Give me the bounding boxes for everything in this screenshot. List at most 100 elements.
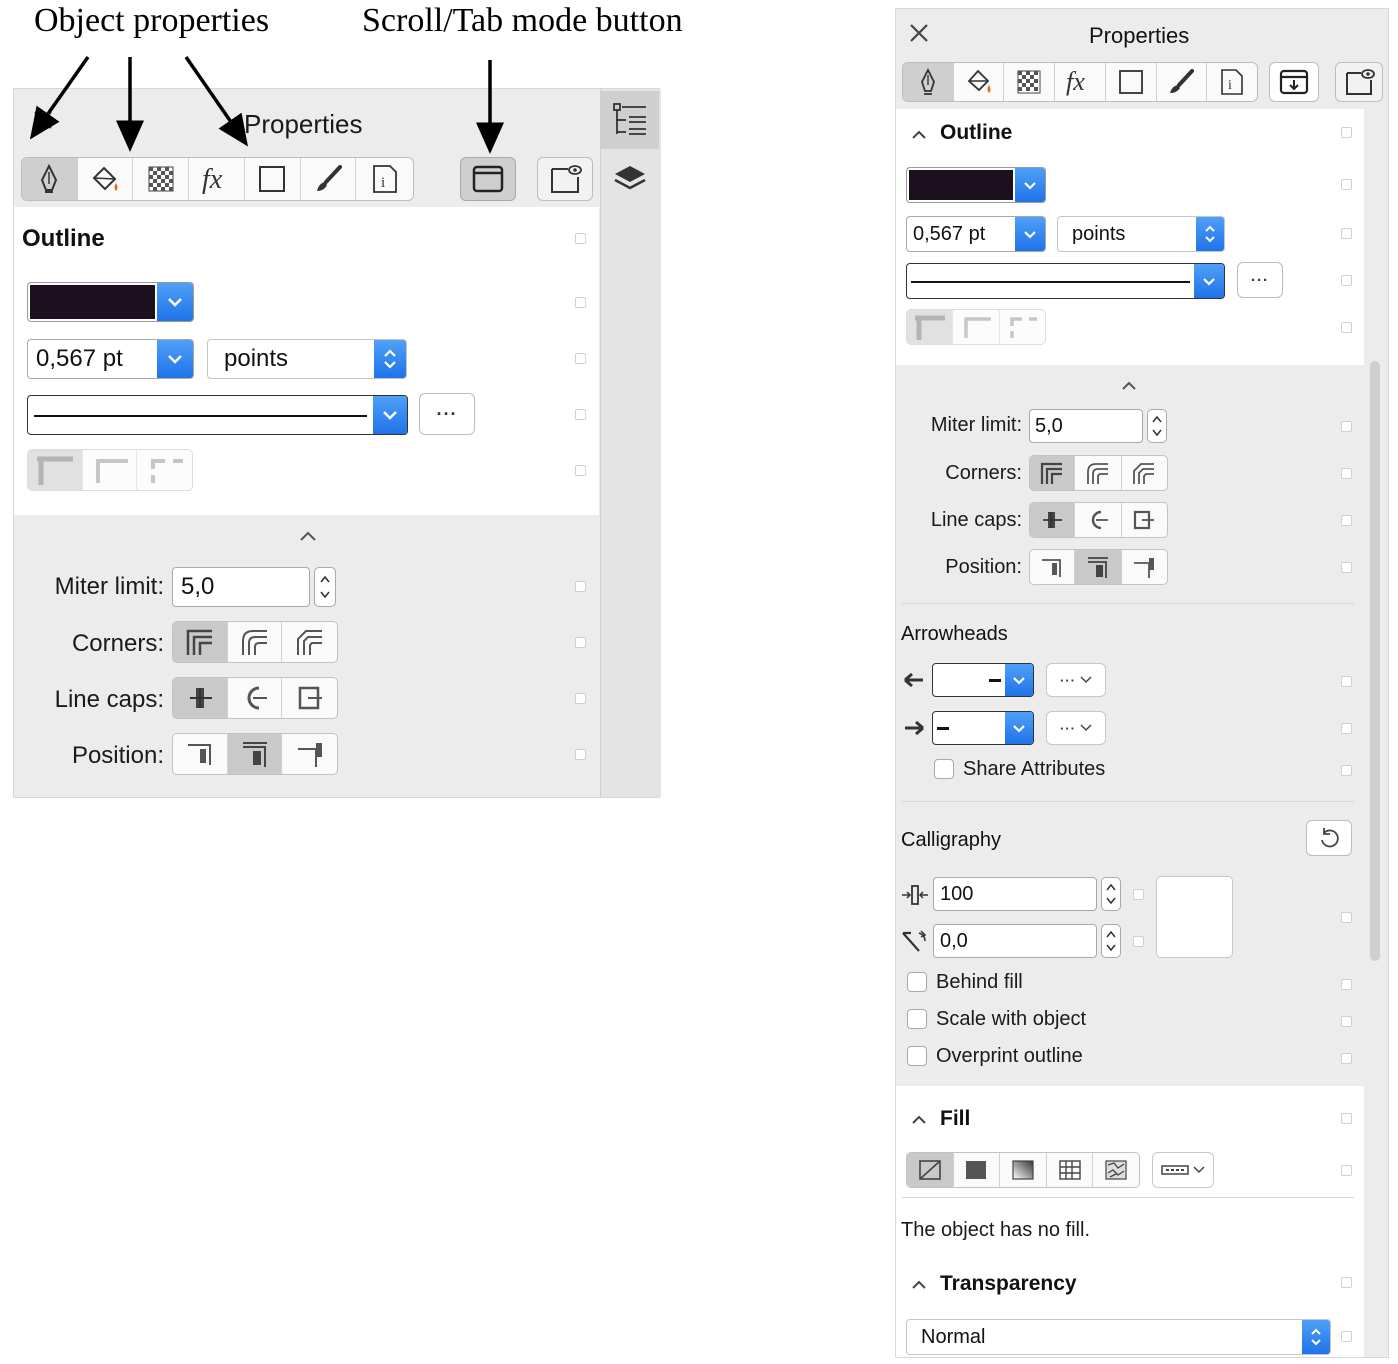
vertical-scrollbar[interactable] — [1370, 361, 1380, 961]
lock-icon[interactable] — [575, 409, 586, 420]
lock-icon[interactable] — [575, 297, 586, 308]
inside-position-icon[interactable] — [1122, 550, 1167, 584]
updown-chevron-icon[interactable] — [1302, 1320, 1330, 1354]
miter-corner-icon[interactable] — [173, 622, 228, 662]
lock-icon[interactable] — [575, 233, 586, 244]
updown-chevron-icon[interactable] — [1196, 217, 1224, 251]
angle-input[interactable]: 0,0 — [933, 924, 1097, 958]
lock-icon[interactable] — [575, 637, 586, 648]
lock-icon[interactable] — [1341, 1053, 1352, 1064]
outline-color-picker[interactable] — [906, 167, 1046, 203]
lock-icon[interactable] — [1341, 1277, 1352, 1288]
line-caps-selector[interactable] — [1029, 502, 1168, 538]
close-icon[interactable] — [909, 23, 929, 48]
fill-tab[interactable] — [954, 63, 1005, 101]
frame-tab[interactable] — [1106, 63, 1157, 101]
miter-limit-input[interactable]: 5,0 — [1029, 409, 1143, 443]
lock-icon[interactable] — [575, 693, 586, 704]
miter-limit-input[interactable]: 5,0 — [172, 567, 310, 607]
corner-join-selector[interactable] — [27, 449, 193, 491]
lock-icon[interactable] — [1133, 936, 1144, 947]
stretch-input[interactable]: 100 — [933, 877, 1097, 911]
lock-icon[interactable] — [1341, 1165, 1352, 1176]
lock-icon[interactable] — [1341, 676, 1352, 687]
start-arrowhead-picker[interactable] — [932, 663, 1034, 697]
round-corner-icon[interactable] — [228, 622, 283, 662]
chevron-up-icon[interactable] — [1121, 377, 1137, 395]
units-select[interactable]: points — [207, 339, 407, 379]
line-style-picker[interactable] — [906, 263, 1225, 299]
preview-pin-button[interactable] — [1335, 62, 1383, 102]
lock-icon[interactable] — [1341, 515, 1352, 526]
outline-width-field[interactable]: 0,567 pt — [27, 339, 194, 379]
chevron-down-icon[interactable] — [1015, 168, 1045, 202]
corners-selector[interactable] — [1029, 455, 1168, 491]
round-join-icon[interactable] — [953, 310, 1000, 344]
chevron-down-icon[interactable] — [1005, 712, 1033, 744]
round-cap-icon[interactable] — [228, 678, 283, 718]
round-cap-icon[interactable] — [1075, 503, 1122, 537]
end-arrowhead-picker[interactable] — [932, 711, 1034, 745]
lock-icon[interactable] — [1341, 468, 1352, 479]
outline-position-selector[interactable] — [172, 733, 338, 775]
lock-icon[interactable] — [1341, 228, 1352, 239]
chevron-down-icon[interactable] — [1015, 217, 1045, 251]
chevron-down-icon[interactable] — [1005, 664, 1033, 696]
fill-type-selector[interactable] — [906, 1152, 1140, 1188]
lock-icon[interactable] — [575, 465, 586, 476]
lock-icon[interactable] — [575, 353, 586, 364]
scroll-tab-mode-button[interactable] — [1269, 62, 1319, 102]
corner-join-selector[interactable] — [906, 309, 1046, 345]
chevron-down-icon[interactable] — [373, 396, 407, 434]
end-arrow-options-button[interactable]: ··· — [1046, 711, 1106, 745]
updown-chevron-icon[interactable] — [374, 340, 406, 378]
miter-limit-stepper[interactable] — [314, 567, 336, 607]
scale-with-object-checkbox[interactable] — [907, 1009, 927, 1029]
transparency-tab[interactable] — [1004, 63, 1056, 101]
fill-options-button[interactable] — [1152, 1152, 1214, 1188]
lock-icon[interactable] — [1341, 562, 1352, 573]
lock-icon[interactable] — [1133, 889, 1144, 900]
chevron-up-icon[interactable] — [911, 126, 927, 144]
more-line-styles-button[interactable]: ··· — [419, 393, 475, 435]
transparency-mode-select[interactable]: Normal — [906, 1319, 1331, 1355]
lock-icon[interactable] — [1341, 765, 1352, 776]
chevron-up-icon[interactable] — [299, 529, 317, 547]
square-join-icon[interactable] — [907, 310, 954, 344]
corners-selector[interactable] — [172, 621, 338, 663]
lock-icon[interactable] — [1341, 275, 1352, 286]
lock-icon[interactable] — [1341, 1016, 1352, 1027]
uniform-fill-icon[interactable] — [954, 1153, 1001, 1187]
butt-cap-icon[interactable] — [1030, 503, 1076, 537]
no-fill-icon[interactable] — [907, 1153, 954, 1187]
square-cap-icon[interactable] — [1122, 503, 1167, 537]
round-join-icon[interactable] — [83, 450, 138, 490]
bevel-corner-icon[interactable] — [1122, 456, 1167, 490]
center-position-icon[interactable] — [1075, 550, 1122, 584]
dashed-join-icon[interactable] — [1000, 310, 1045, 344]
bevel-corner-icon[interactable] — [282, 622, 337, 662]
outline-tab[interactable] — [903, 63, 954, 101]
miter-limit-stepper[interactable] — [1147, 409, 1167, 443]
pattern-fill-icon[interactable] — [1047, 1153, 1094, 1187]
chevron-down-icon[interactable] — [1194, 264, 1224, 298]
lock-icon[interactable] — [1341, 1331, 1352, 1342]
start-arrow-options-button[interactable]: ··· — [1046, 663, 1106, 697]
lock-icon[interactable] — [575, 581, 586, 592]
effects-tab[interactable]: fx — [1055, 63, 1106, 101]
outline-width-field[interactable]: 0,567 pt — [906, 216, 1046, 252]
lock-icon[interactable] — [1341, 179, 1352, 190]
outline-color-picker[interactable] — [27, 282, 194, 322]
nib-shape-preview[interactable] — [1156, 876, 1233, 958]
share-attributes-checkbox[interactable] — [934, 759, 954, 779]
angle-stepper[interactable] — [1101, 924, 1121, 958]
chevron-up-icon[interactable] — [911, 1111, 927, 1129]
behind-fill-checkbox[interactable] — [907, 972, 927, 992]
chevron-up-icon[interactable] — [911, 1276, 927, 1294]
dashed-join-icon[interactable] — [137, 450, 192, 490]
stretch-stepper[interactable] — [1101, 877, 1121, 911]
lock-icon[interactable] — [1341, 1113, 1352, 1124]
fountain-fill-icon[interactable] — [1000, 1153, 1047, 1187]
outside-position-icon[interactable] — [173, 734, 228, 774]
miter-corner-icon[interactable] — [1030, 456, 1076, 490]
